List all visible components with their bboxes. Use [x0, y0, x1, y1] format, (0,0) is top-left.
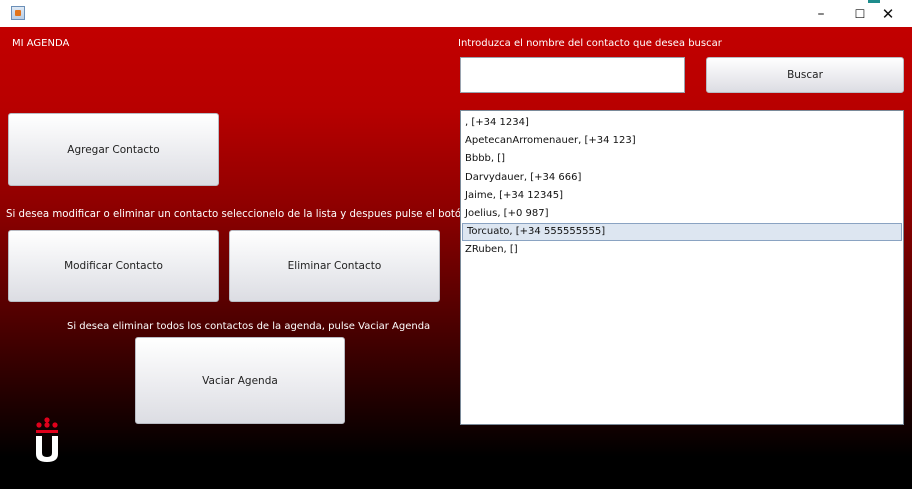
- app-title: MI AGENDA: [12, 38, 70, 49]
- close-button[interactable]: ✕: [865, 0, 911, 27]
- modify-delete-instruction: Si desea modificar o eliminar un contact…: [6, 209, 468, 220]
- university-logo: [36, 417, 58, 462]
- add-contact-button[interactable]: Agregar Contacto: [8, 113, 219, 186]
- java-app-icon: [11, 6, 25, 20]
- modify-contact-button[interactable]: Modificar Contacto: [8, 230, 219, 302]
- empty-agenda-button[interactable]: Vaciar Agenda: [135, 337, 345, 424]
- title-bar: – ☐ ✕: [0, 0, 912, 27]
- delete-contact-button[interactable]: Eliminar Contacto: [229, 230, 440, 302]
- list-item[interactable]: Jaime, [+34 12345]: [461, 187, 903, 205]
- main-panel: MI AGENDA Introduzca el nombre del conta…: [0, 27, 912, 489]
- search-prompt: Introduzca el nombre del contacto que de…: [458, 38, 722, 49]
- list-item[interactable]: ApetecanArromenauer, [+34 123]: [461, 132, 903, 150]
- list-item[interactable]: Joelius, [+0 987]: [461, 205, 903, 223]
- list-item[interactable]: Bbbb, []: [461, 150, 903, 168]
- empty-instruction: Si desea eliminar todos los contactos de…: [67, 321, 431, 332]
- list-item-selected[interactable]: Torcuato, [+34 555555555]: [462, 223, 902, 242]
- contact-list[interactable]: , [+34 1234] ApetecanArromenauer, [+34 1…: [460, 110, 904, 425]
- list-item[interactable]: , [+34 1234]: [461, 114, 903, 132]
- list-item[interactable]: Darvydauer, [+34 666]: [461, 169, 903, 187]
- search-button[interactable]: Buscar: [706, 57, 904, 93]
- list-item[interactable]: ZRuben, []: [461, 241, 903, 259]
- search-input[interactable]: [460, 57, 685, 93]
